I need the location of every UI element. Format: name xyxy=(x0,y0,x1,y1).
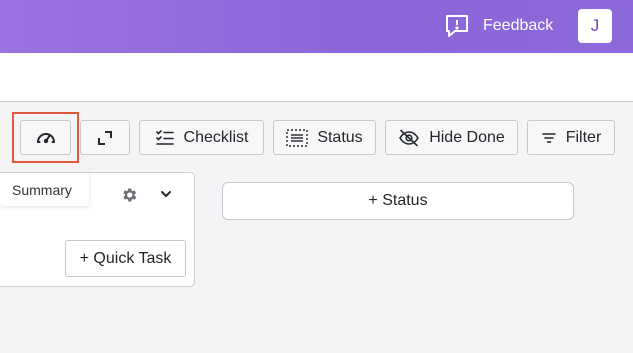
message-alert-icon xyxy=(446,15,468,37)
checklist-label: Checklist xyxy=(183,128,249,146)
avatar[interactable]: J xyxy=(578,9,612,43)
quick-task-button[interactable]: + Quick Task xyxy=(65,240,186,277)
checklist-button[interactable]: Checklist xyxy=(139,120,264,155)
add-status-button[interactable]: + Status xyxy=(222,182,574,220)
feedback-label: Feedback xyxy=(483,17,554,34)
sub-header-bar xyxy=(0,53,633,102)
filter-button[interactable]: Filter xyxy=(527,120,615,155)
expand-button[interactable] xyxy=(80,120,130,155)
status-button[interactable]: Status xyxy=(273,120,376,155)
speedometer-icon xyxy=(36,132,55,143)
hide-done-button[interactable]: Hide Done xyxy=(385,120,518,155)
filter-label: Filter xyxy=(565,128,602,146)
eye-off-icon xyxy=(399,129,420,146)
filter-icon xyxy=(541,132,556,143)
checklist-icon xyxy=(155,129,174,145)
summary-tooltip: Summary xyxy=(0,173,89,206)
chevron-down-icon[interactable] xyxy=(159,187,173,201)
feedback-button[interactable]: Feedback xyxy=(444,12,553,40)
expand-icon xyxy=(98,130,112,145)
summary-button[interactable] xyxy=(20,120,71,155)
top-bar: Feedback J xyxy=(0,0,633,53)
status-label: Status xyxy=(317,128,363,146)
hide-done-label: Hide Done xyxy=(429,128,505,146)
gear-icon[interactable] xyxy=(120,186,138,204)
status-icon xyxy=(286,128,309,147)
